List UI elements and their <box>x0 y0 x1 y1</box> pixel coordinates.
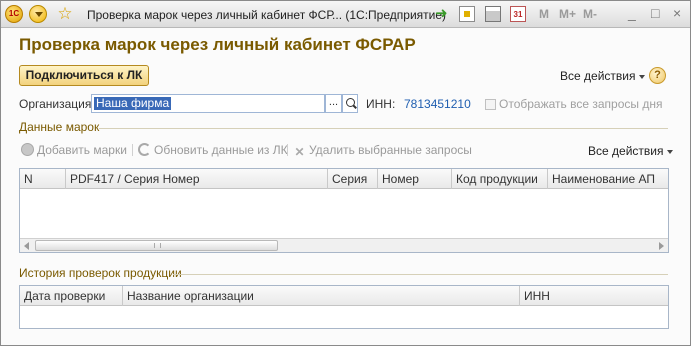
page-title: Проверка марок через личный кабинет ФСРА… <box>19 35 416 54</box>
column-header-check-date[interactable]: Дата проверки <box>20 286 123 306</box>
marks-all-actions-label: Все действия <box>588 144 664 158</box>
column-header-n[interactable]: N <box>20 169 66 189</box>
column-header-org-name[interactable]: Название организации <box>123 286 520 306</box>
document-icon[interactable] <box>459 6 475 22</box>
toolbar-separator <box>287 144 288 156</box>
refresh-icon <box>138 143 151 156</box>
maximize-icon[interactable]: □ <box>651 5 659 21</box>
connect-lk-button[interactable]: Подключиться к ЛК <box>19 65 149 86</box>
memory-minus-button[interactable]: M- <box>583 7 597 21</box>
marks-all-actions-menu[interactable]: Все действия <box>588 144 674 158</box>
delete-requests-button[interactable]: ✕ Удалить выбранные запросы <box>293 143 472 159</box>
scroll-right-icon[interactable] <box>654 239 668 252</box>
organization-value: Наша фирма <box>94 96 172 110</box>
organization-select-button[interactable]: ... <box>325 94 342 113</box>
column-header-product-name[interactable]: Наименование АП <box>548 169 668 189</box>
chevron-down-icon <box>667 149 674 154</box>
section-divider <box>173 274 668 275</box>
help-icon[interactable]: ? <box>649 67 666 84</box>
title-bar: 1С ☆ Проверка марок через личный кабинет… <box>1 1 690 28</box>
scrollbar-thumb[interactable] <box>35 240 278 251</box>
calendar-icon[interactable]: 31 <box>510 6 526 22</box>
column-header-product-code[interactable]: Код продукции <box>452 169 548 189</box>
chevron-down-icon <box>639 74 646 79</box>
delete-icon: ✕ <box>294 145 305 159</box>
horizontal-scrollbar[interactable] <box>20 238 668 252</box>
history-table-header: Дата проверки Название организации ИНН <box>20 286 668 306</box>
marks-table[interactable]: N PDF417 / Серия Номер Серия Номер Код п… <box>19 168 669 253</box>
add-marks-button[interactable]: Добавить марки <box>21 143 127 157</box>
memory-plus-button[interactable]: M+ <box>559 7 576 21</box>
organization-label: Организация: <box>19 97 95 111</box>
marks-section-title: Данные марок <box>19 120 100 134</box>
organization-search-icon[interactable] <box>342 94 358 113</box>
window-title: Проверка марок через личный кабинет ФСР.… <box>87 8 447 22</box>
checkbox-box[interactable] <box>485 99 496 110</box>
show-all-requests-label: Отображать все запросы дня <box>499 97 663 111</box>
section-divider <box>99 128 668 129</box>
favorites-star-icon[interactable]: ☆ <box>56 5 74 23</box>
column-header-series[interactable]: Серия <box>328 169 378 189</box>
all-actions-label: Все действия <box>560 69 636 83</box>
inn-label: ИНН: <box>366 97 396 111</box>
toolbar-separator <box>132 144 133 156</box>
calculator-icon[interactable] <box>485 6 501 22</box>
add-icon <box>21 143 34 156</box>
column-header-number[interactable]: Номер <box>378 169 452 189</box>
scroll-left-icon[interactable] <box>20 239 34 252</box>
main-menu-icon[interactable] <box>29 5 47 23</box>
marks-table-header: N PDF417 / Серия Номер Серия Номер Код п… <box>20 169 668 189</box>
minimize-icon[interactable]: _ <box>628 5 636 21</box>
close-icon[interactable]: × <box>673 5 681 21</box>
all-actions-menu[interactable]: Все действия <box>560 69 646 83</box>
navigate-forward-icon[interactable]: ➜ <box>435 6 451 22</box>
column-header-pdf417[interactable]: PDF417 / Серия Номер <box>66 169 328 189</box>
memory-m-button[interactable]: M <box>539 7 549 21</box>
app-window: 1С ☆ Проверка марок через личный кабинет… <box>0 0 691 346</box>
refresh-label: Обновить данные из ЛК <box>154 143 288 157</box>
column-header-inn[interactable]: ИНН <box>520 286 668 306</box>
app-logo-icon[interactable]: 1С <box>5 5 23 23</box>
inn-value: 7813451210 <box>404 97 471 111</box>
delete-label: Удалить выбранные запросы <box>309 143 472 157</box>
history-section-title: История проверок продукции <box>19 266 182 280</box>
history-table[interactable]: Дата проверки Название организации ИНН <box>19 285 669 329</box>
add-marks-label: Добавить марки <box>37 143 127 157</box>
organization-input[interactable]: Наша фирма <box>91 94 325 113</box>
show-all-requests-checkbox[interactable]: Отображать все запросы дня <box>485 97 662 111</box>
refresh-from-lk-button[interactable]: Обновить данные из ЛК <box>138 143 288 157</box>
